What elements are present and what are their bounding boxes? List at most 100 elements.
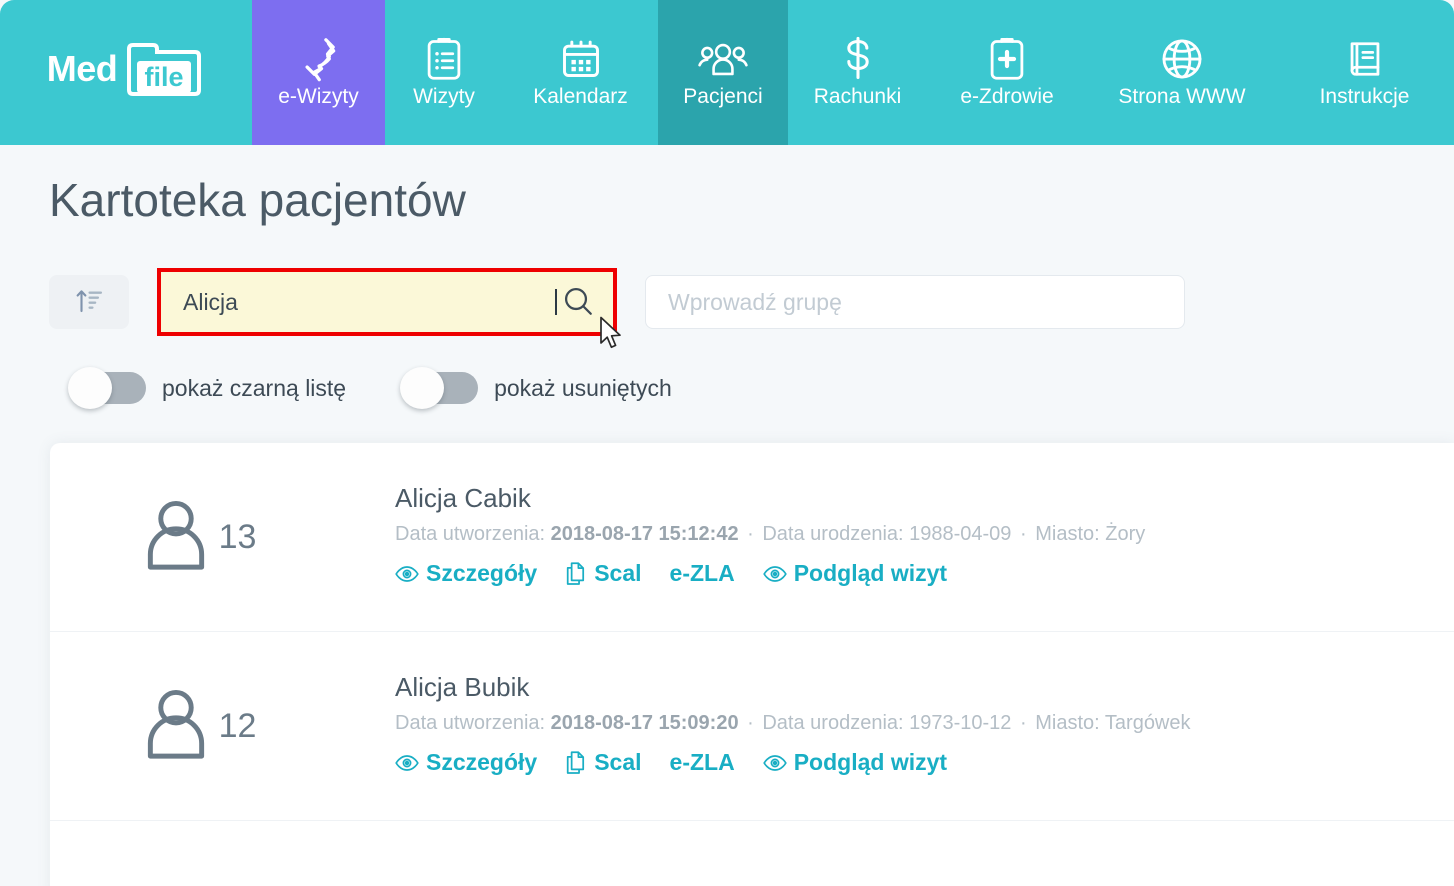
action-label: Szczegóły <box>426 749 538 775</box>
group-input[interactable] <box>645 275 1185 329</box>
patient-actions: Szczegóły Scal e-ZLA Podgląd wizyt <box>395 560 1454 587</box>
action-podglad-wizyt[interactable]: Podgląd wizyt <box>762 749 948 776</box>
search-field-container[interactable] <box>157 268 617 336</box>
patient-name: Alicja Cabik <box>395 483 531 513</box>
patient-meta: Data utworzenia: 2018-08-17 15:12:42 · D… <box>395 522 1454 546</box>
person-icon <box>145 498 207 577</box>
patient-avatar-block: 13 <box>50 498 373 577</box>
copy-icon <box>565 750 587 775</box>
meta-value-created: 2018-08-17 15:12:42 <box>550 523 739 545</box>
meta-label-city: Miasto: <box>1035 712 1100 734</box>
nav-tab-label: Instrukcje <box>1319 84 1410 108</box>
copy-icon <box>565 561 587 586</box>
application-window: Med file e-Wizyty Wizyty Kalendarz Pacje… <box>0 0 1454 886</box>
patient-list-card: 13 Alicja Cabik Data utworzenia: 2018-08… <box>50 443 1454 886</box>
nav-tab-pacjenci[interactable]: Pacjenci <box>658 0 788 145</box>
nav-tab-wizyty[interactable]: Wizyty <box>385 0 503 145</box>
brand-text-med: Med <box>46 47 118 89</box>
action-label: e-ZLA <box>669 749 735 775</box>
nav-tab-rachunki[interactable]: Rachunki <box>788 0 927 145</box>
eye-icon <box>395 753 419 773</box>
nav-tab-kalendarz[interactable]: Kalendarz <box>503 0 658 145</box>
search-icon <box>561 284 595 321</box>
action-label: Podgląd wizyt <box>793 749 948 775</box>
toggle-track[interactable] <box>68 367 146 409</box>
action-label: Podgląd wizyt <box>793 560 948 586</box>
table-row[interactable]: 13 Alicja Cabik Data utworzenia: 2018-08… <box>50 443 1454 632</box>
toggle-show-deleted[interactable]: pokaż usuniętych <box>400 367 672 409</box>
meta-value-created: 2018-08-17 15:09:20 <box>550 712 739 734</box>
toggle-knob <box>400 367 445 409</box>
patient-info: Alicja Bubik Data utworzenia: 2018-08-17… <box>395 672 1454 776</box>
patient-id-number: 12 <box>218 706 257 745</box>
action-scal[interactable]: Scal <box>565 560 642 587</box>
nav-tab-label: Strona WWW <box>1118 84 1246 108</box>
meta-label-city: Miasto: <box>1035 523 1100 545</box>
patient-id-number: 13 <box>218 517 257 556</box>
action-e-zla[interactable]: e-ZLA <box>670 749 735 776</box>
nav-tab-label: Kalendarz <box>533 84 628 108</box>
nav-tab-label: e-Wizyty <box>278 84 359 108</box>
action-label: e-ZLA <box>669 560 735 586</box>
top-navigation-bar: Med file e-Wizyty Wizyty Kalendarz Pacje… <box>0 0 1454 145</box>
eye-icon <box>395 564 419 584</box>
book-icon <box>1344 30 1386 82</box>
nav-tab-e-wizyty[interactable]: e-Wizyty <box>252 0 385 145</box>
table-row[interactable]: 12 Alicja Bubik Data utworzenia: 2018-08… <box>50 632 1454 821</box>
svg-text:file: file <box>145 62 184 92</box>
meta-separator: · <box>1020 523 1027 545</box>
nav-tab-instrukcje[interactable]: Instrukcje <box>1277 0 1452 145</box>
page-title: Kartoteka pacjentów <box>49 174 466 226</box>
meta-value-birth: 1973-10-12 <box>909 712 1012 734</box>
eye-icon <box>762 753 787 773</box>
filter-toggles: pokaż czarną listę pokaż usuniętych <box>68 367 672 409</box>
nav-tab-e-zdrowie[interactable]: e-Zdrowie <box>927 0 1087 145</box>
brand-logo[interactable]: Med file <box>0 0 252 145</box>
sort-ascending-icon <box>74 286 104 319</box>
calendar-icon <box>559 30 603 82</box>
search-input[interactable] <box>183 272 556 332</box>
action-label: Scal <box>594 749 642 775</box>
meta-value-birth: 1988-04-09 <box>909 523 1012 545</box>
sort-button[interactable] <box>49 275 129 329</box>
search-toolbar <box>49 268 1429 336</box>
action-label: Szczegóły <box>426 560 538 586</box>
meta-label-birth: Data urodzenia: <box>762 523 904 545</box>
clipboard-list-icon <box>423 30 465 82</box>
meta-label-birth: Data urodzenia: <box>762 712 904 734</box>
meta-value-city: Targówek <box>1104 712 1191 734</box>
patient-name: Alicja Bubik <box>395 672 530 702</box>
clipboard-medical-icon <box>986 30 1028 82</box>
person-icon <box>145 687 207 766</box>
action-label: Scal <box>594 560 642 586</box>
action-podglad-wizyt[interactable]: Podgląd wizyt <box>762 560 948 587</box>
meta-separator: · <box>747 712 754 734</box>
patient-avatar-block: 12 <box>50 687 373 766</box>
action-szczegoly[interactable]: Szczegóły <box>395 560 537 587</box>
patient-info: Alicja Cabik Data utworzenia: 2018-08-17… <box>395 483 1454 587</box>
meta-separator: · <box>1020 712 1027 734</box>
nav-tab-label: Rachunki <box>813 84 902 108</box>
globe-icon <box>1159 30 1205 82</box>
action-szczegoly[interactable]: Szczegóły <box>395 749 537 776</box>
action-e-zla[interactable]: e-ZLA <box>670 560 735 587</box>
toggle-knob <box>68 367 112 409</box>
nav-tab-label: Wizyty <box>413 84 475 108</box>
patient-actions: Szczegóły Scal e-ZLA Podgląd wizyt <box>395 749 1454 776</box>
phone-icon <box>296 30 342 82</box>
toggle-show-blacklist[interactable]: pokaż czarną listę <box>68 367 347 409</box>
toggle-label: pokaż czarną listę <box>162 374 347 401</box>
meta-separator: · <box>747 523 754 545</box>
search-submit-button[interactable] <box>557 284 599 321</box>
brand-file-folder-icon: file <box>123 41 205 97</box>
meta-label-created: Data utworzenia: <box>395 712 546 734</box>
patient-meta: Data utworzenia: 2018-08-17 15:09:20 · D… <box>395 711 1454 735</box>
toggle-track[interactable] <box>400 367 479 409</box>
meta-label-created: Data utworzenia: <box>395 523 546 545</box>
action-scal[interactable]: Scal <box>565 749 642 776</box>
toggle-label: pokaż usuniętych <box>494 374 672 401</box>
nav-tab-label: e-Zdrowie <box>960 84 1054 108</box>
dollar-icon <box>841 30 875 82</box>
nav-tab-strona-www[interactable]: Strona WWW <box>1087 0 1277 145</box>
nav-tab-label: Pacjenci <box>683 84 763 108</box>
